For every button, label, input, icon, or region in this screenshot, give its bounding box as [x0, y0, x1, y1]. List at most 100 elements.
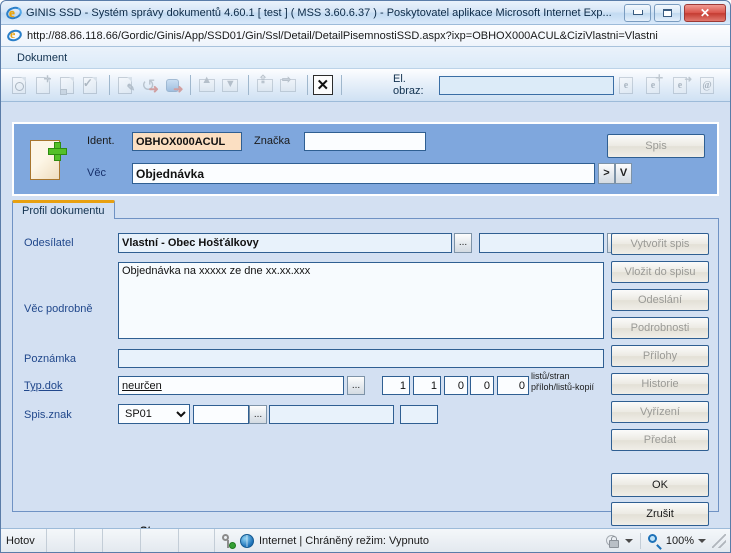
address-url[interactable]: http://88.86.118.66/Gordic/Ginis/App/SSD… [27, 30, 726, 42]
toolbar-separator [306, 75, 308, 95]
znacka-field[interactable] [304, 132, 426, 151]
vec-expand-button[interactable]: > [598, 163, 615, 184]
odesilatel-secondary-field[interactable] [479, 233, 604, 253]
address-bar[interactable]: e http://88.86.118.66/Gordic/Ginis/App/S… [1, 25, 730, 47]
vec-podrobne-textarea[interactable]: Objednávka na xxxxx ze dne xx.xx.xxx [118, 262, 604, 339]
document-profile-form: Odesílatel ... ... Věc podrobně Objednáv… [12, 219, 719, 552]
poznamka-label: Poznámka [24, 353, 76, 365]
status-cell-3 [75, 528, 103, 552]
predat-button[interactable]: Předat [611, 429, 709, 451]
count-listu-field[interactable] [382, 376, 410, 395]
tab-profil-dokumentu[interactable]: Profil dokumentu [12, 200, 115, 220]
e-document-buttons: e e ✛ e ➜ @ [614, 73, 730, 97]
window-title: GINIS SSD - Systém správy dokumentů 4.60… [26, 6, 612, 19]
browser-window: e GINIS SSD - Systém správy dokumentů 4.… [0, 0, 731, 553]
odesilatel-browse-button[interactable]: ... [454, 233, 472, 253]
edit-document-icon[interactable]: ✎ [114, 73, 135, 97]
page-favicon-icon: e [5, 27, 24, 44]
status-bar: Hotov Internet | Chráněný režim: Vypnuto… [1, 528, 730, 552]
new-document-icon [30, 140, 67, 182]
podrobnosti-button[interactable]: Podrobnosti [611, 317, 709, 339]
vyrizeni-button[interactable]: Vyřízení [611, 401, 709, 423]
window-controls: ✕ [624, 3, 728, 22]
counts-caption: listů/stran příloh/listů-kopií [531, 371, 594, 393]
vec-field[interactable] [132, 163, 595, 184]
count-priloh-field[interactable] [444, 376, 468, 395]
privacy-lock-icon[interactable] [605, 534, 621, 548]
vec-dropdown-button[interactable]: V [615, 163, 632, 184]
status-cell-4 [103, 528, 141, 552]
check-document-icon[interactable]: ✓ [80, 73, 101, 97]
window-resize-grip[interactable] [712, 533, 726, 548]
toolbar-separator [108, 75, 110, 95]
el-obraz-label: El. obraz: [392, 73, 424, 97]
zoom-level: 100% [665, 534, 694, 547]
document-detail-page: Ident. Značka Věc > V Spis Profil dokume… [1, 116, 730, 552]
status-cell-5 [141, 528, 179, 552]
zoom-icon[interactable] [647, 533, 662, 550]
toolbar-separator [248, 75, 250, 95]
counts-caption-line2: příloh/listů-kopií [531, 382, 595, 392]
menu-item-dokument[interactable]: Dokument [11, 50, 73, 66]
odesilatel-field[interactable] [118, 233, 452, 253]
typ-dok-browse-button[interactable]: ... [347, 376, 365, 395]
remove-row-icon[interactable]: ▼ [220, 73, 241, 97]
status-ready: Hotov [1, 528, 47, 552]
spis-znak-field-2[interactable] [269, 405, 394, 424]
toolbar-separator [341, 75, 342, 95]
new-document-lock-icon[interactable] [56, 73, 77, 97]
e-document-icon[interactable]: e [614, 73, 638, 97]
counts-caption-line1: listů/stran [531, 371, 570, 381]
minimize-button[interactable] [624, 3, 651, 22]
el-obraz-input[interactable] [438, 75, 614, 95]
vlozit-do-spisu-button[interactable]: Vložit do spisu [611, 261, 709, 283]
delete-stamp-icon[interactable]: ➜ [162, 73, 183, 97]
chevron-down-icon[interactable] [624, 538, 633, 543]
undo-refresh-icon[interactable]: ↺ ➜ [138, 73, 158, 97]
insert-row-icon[interactable]: ▲ [196, 73, 217, 97]
count-stran-field[interactable] [413, 376, 441, 395]
typ-dok-field[interactable] [118, 376, 344, 395]
close-x-icon[interactable]: ✕ [312, 73, 333, 97]
new-document-icon[interactable]: ✛ [33, 73, 54, 97]
ok-button[interactable]: OK [611, 473, 709, 497]
count-listu-kopii-field[interactable] [470, 376, 494, 395]
e-document-send-icon[interactable]: e ➜ [668, 73, 692, 97]
zone-text: Internet | Chráněný režim: Vypnuto [259, 534, 429, 547]
znacka-label: Značka [254, 135, 291, 147]
tab-strip: Profil dokumentu [12, 200, 719, 220]
zoom-chevron-down-icon[interactable] [698, 538, 706, 543]
globe-icon [240, 533, 254, 548]
status-cell-6 [179, 528, 215, 552]
status-cell-2 [47, 528, 75, 552]
close-button[interactable]: ✕ [684, 3, 726, 22]
import-icon[interactable]: ⇪ [254, 73, 275, 97]
odeslani-button[interactable]: Odeslání [611, 289, 709, 311]
vec-label: Věc [87, 167, 106, 179]
spis-znak-select[interactable]: SP01 [118, 404, 190, 424]
e-document-add-icon[interactable]: e ✛ [641, 73, 665, 97]
search-document-icon[interactable] [9, 73, 30, 97]
count-extra-field[interactable] [497, 376, 529, 395]
spis-znak-browse-button[interactable]: ... [249, 405, 267, 424]
e-document-at-icon[interactable]: @ [695, 73, 719, 97]
vytvorit-spis-button[interactable]: Vytvořit spis [611, 233, 709, 255]
spis-znak-field-3[interactable] [400, 405, 438, 424]
poznamka-field[interactable] [118, 349, 604, 368]
ident-label: Ident. [87, 135, 115, 147]
toolbar: ✛ ✓ ✎ ↺ ➜ ➜ ▲ ▼ ⇪ ⇨ ✕ El. obraz: e e ✛ e… [1, 69, 730, 102]
historie-button[interactable]: Historie [611, 373, 709, 395]
internet-explorer-icon: e [4, 4, 24, 21]
spis-znak-field-1[interactable] [193, 405, 249, 424]
security-zone[interactable]: Internet | Chráněný režim: Vypnuto [215, 533, 435, 549]
maximize-button[interactable] [654, 3, 681, 22]
cancel-button[interactable]: Zrušit [611, 502, 709, 526]
spis-button[interactable]: Spis [607, 134, 705, 158]
vec-podrobne-label: Věc podrobně [24, 303, 93, 315]
menu-bar: Dokument [1, 47, 730, 69]
document-header-panel: Ident. Značka Věc > V Spis [12, 122, 719, 196]
typ-dok-label[interactable]: Typ.dok [24, 380, 63, 392]
export-icon[interactable]: ⇨ [278, 73, 299, 97]
ident-field[interactable] [132, 132, 242, 151]
prilohy-button[interactable]: Přílohy [611, 345, 709, 367]
